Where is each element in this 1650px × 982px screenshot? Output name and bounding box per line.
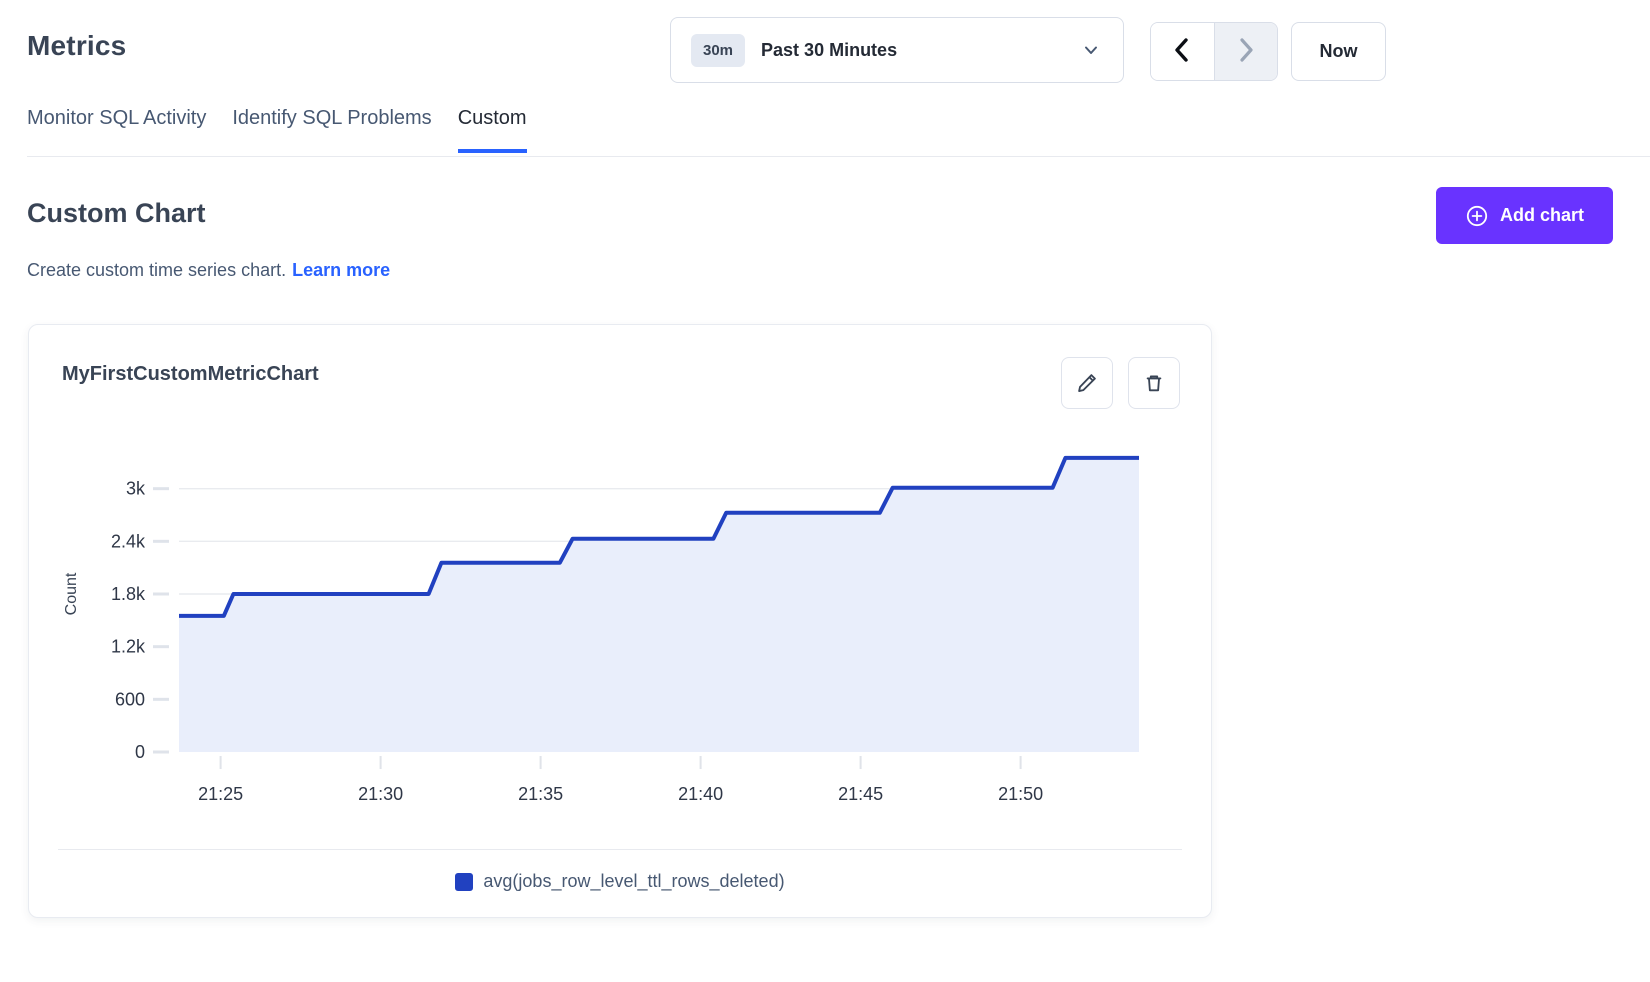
- svg-text:0: 0: [135, 742, 145, 762]
- now-button[interactable]: Now: [1291, 22, 1386, 81]
- tab-identify-sql-problems[interactable]: Identify SQL Problems: [232, 107, 431, 153]
- chart-legend: avg(jobs_row_level_ttl_rows_deleted): [29, 871, 1211, 892]
- learn-more-link[interactable]: Learn more: [292, 260, 390, 280]
- edit-chart-button[interactable]: [1061, 357, 1113, 409]
- legend-label: avg(jobs_row_level_ttl_rows_deleted): [483, 871, 784, 892]
- chevron-down-icon: [1081, 40, 1101, 60]
- svg-text:21:35: 21:35: [518, 784, 563, 804]
- svg-text:Count: Count: [63, 572, 80, 615]
- tab-monitor-sql-activity[interactable]: Monitor SQL Activity: [27, 107, 206, 153]
- page-title: Metrics: [27, 30, 126, 62]
- legend-swatch: [455, 873, 473, 891]
- chevron-right-icon: [1235, 37, 1257, 66]
- metrics-tabs: Monitor SQL Activity Identify SQL Proble…: [27, 107, 527, 153]
- next-timeframe-button[interactable]: [1214, 23, 1278, 80]
- svg-text:600: 600: [115, 689, 145, 709]
- trash-icon: [1143, 372, 1165, 394]
- time-range-label: Past 30 Minutes: [761, 40, 897, 61]
- time-shift-controls: [1150, 22, 1278, 81]
- time-range-dropdown[interactable]: 30m Past 30 Minutes: [670, 17, 1124, 83]
- pencil-icon: [1076, 372, 1098, 394]
- section-title: Custom Chart: [27, 198, 206, 229]
- tab-custom[interactable]: Custom: [458, 107, 527, 153]
- tabs-divider: [27, 156, 1650, 157]
- svg-text:3k: 3k: [126, 479, 146, 499]
- time-range-badge: 30m: [691, 34, 745, 67]
- chevron-left-icon: [1171, 37, 1193, 66]
- chart-title: MyFirstCustomMetricChart: [62, 363, 319, 386]
- section-subtitle: Create custom time series chart. Learn mo…: [27, 260, 390, 281]
- svg-text:1.2k: 1.2k: [111, 637, 146, 657]
- svg-text:21:45: 21:45: [838, 784, 883, 804]
- add-chart-button[interactable]: Add chart: [1436, 187, 1613, 244]
- svg-text:1.8k: 1.8k: [111, 584, 146, 604]
- svg-text:21:40: 21:40: [678, 784, 723, 804]
- svg-text:2.4k: 2.4k: [111, 531, 146, 551]
- svg-text:21:50: 21:50: [998, 784, 1043, 804]
- subtitle-text: Create custom time series chart.: [27, 260, 286, 280]
- add-chart-label: Add chart: [1500, 205, 1584, 226]
- svg-text:21:25: 21:25: [198, 784, 243, 804]
- svg-text:21:30: 21:30: [358, 784, 403, 804]
- legend-divider: [58, 849, 1182, 850]
- time-series-chart: 0 600 1.2k 1.8k 2.4k 3k Count 21:25 21:30 21:35 21…: [29, 425, 1213, 825]
- custom-chart-card: MyFirstCustomMetricChart 0 600 1.2k 1.8k 2.4…: [28, 324, 1212, 918]
- plus-circle-icon: [1465, 204, 1489, 228]
- previous-timeframe-button[interactable]: [1151, 23, 1214, 80]
- delete-chart-button[interactable]: [1128, 357, 1180, 409]
